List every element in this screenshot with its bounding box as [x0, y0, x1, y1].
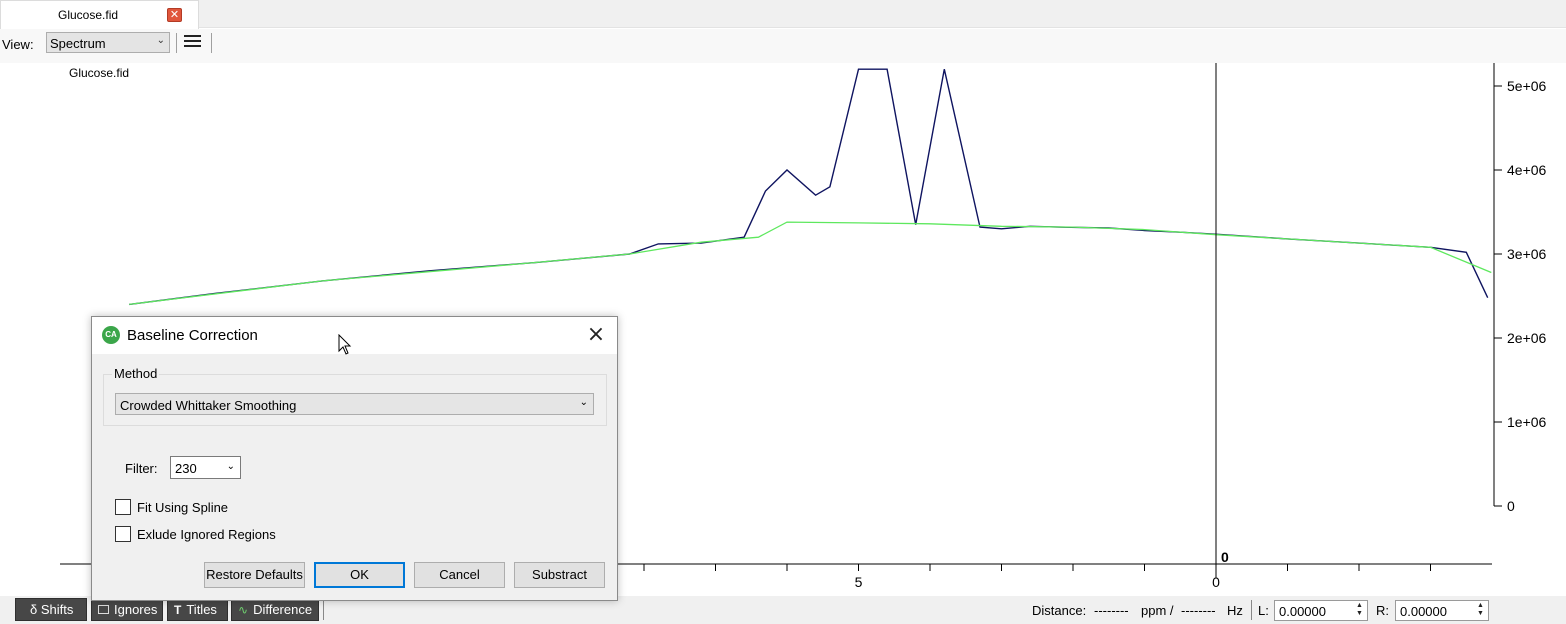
ignores-label: Ignores [114, 602, 158, 617]
ppm-unit: ppm / [1141, 603, 1174, 618]
chevron-down-icon: ⌄ [156, 35, 165, 46]
exclude-ignored-label[interactable]: Exlude Ignored Regions [137, 527, 276, 542]
statusbar-separator [323, 600, 324, 620]
fit-spline-checkbox[interactable] [115, 499, 131, 515]
chevron-down-icon: ⌄ [579, 397, 588, 408]
spin-arrows-icon[interactable]: ▲ ▼ [1474, 602, 1487, 619]
hz-unit: Hz [1227, 603, 1243, 618]
substract-button[interactable]: Substract [514, 562, 605, 588]
y-tick-label: 2e+06 [1507, 330, 1547, 346]
view-select-value: Spectrum [50, 36, 106, 51]
close-icon[interactable]: × [584, 324, 608, 348]
method-select-value: Crowded Whittaker Smoothing [120, 398, 297, 413]
titles-label: Titles [186, 602, 217, 617]
cancel-button[interactable]: Cancel [414, 562, 505, 588]
baseline-line [129, 221, 1492, 306]
titles-button[interactable]: T Titles [167, 598, 228, 621]
waveform-icon: ∿ [238, 602, 249, 617]
method-legend: Method [112, 366, 160, 381]
close-icon[interactable]: ✕ [167, 8, 182, 22]
l-value: 0.00000 [1279, 604, 1326, 619]
text-icon: T [174, 602, 182, 617]
statusbar-separator [1251, 600, 1252, 620]
filter-select[interactable]: 230 ⌄ [170, 456, 241, 479]
chevron-down-icon: ⌄ [226, 461, 235, 472]
x-tick-label: 0 [1212, 574, 1220, 590]
spin-arrows-icon[interactable]: ▲ ▼ [1353, 602, 1366, 619]
distance-ppm-value: -------- [1094, 603, 1129, 618]
toolbar-separator [176, 33, 177, 53]
ignores-button[interactable]: Ignores [91, 598, 163, 621]
r-value: 0.00000 [1400, 604, 1447, 619]
difference-button[interactable]: ∿ Difference [231, 598, 319, 621]
distance-label: Distance: [1032, 603, 1087, 618]
toolbar-separator [211, 33, 212, 53]
shifts-button[interactable]: δ Shifts [15, 598, 87, 621]
x-tick-label: 5 [855, 574, 863, 590]
shifts-label: δ Shifts [30, 602, 74, 617]
dialog-title: Baseline Correction [127, 327, 258, 344]
difference-label: Difference [253, 602, 313, 617]
view-label: View: [2, 37, 34, 52]
dialog-titlebar[interactable]: CA Baseline Correction × [92, 317, 617, 354]
filter-label: Filter: [125, 461, 158, 476]
rectangle-icon [98, 605, 109, 614]
method-select[interactable]: Crowded Whittaker Smoothing ⌄ [115, 393, 594, 415]
ok-button[interactable]: OK [314, 562, 405, 588]
tab-glucose[interactable]: Glucose.fid ✕ [0, 0, 199, 29]
baseline-correction-dialog: CA Baseline Correction × Method Crowded … [91, 316, 618, 601]
y-tick-label: 5e+06 [1507, 78, 1547, 94]
hamburger-menu-icon[interactable] [184, 35, 204, 51]
y-tick-label: 1e+06 [1507, 414, 1547, 430]
r-spinbox[interactable]: 0.00000 ▲ ▼ [1395, 600, 1489, 621]
zero-marker-label: 0 [1221, 549, 1229, 565]
tab-label: Glucose.fid [58, 8, 119, 22]
y-tick-label: 3e+06 [1507, 246, 1547, 262]
distance-hz-value: -------- [1181, 603, 1216, 618]
mouse-cursor-icon [338, 334, 352, 355]
r-label: R: [1376, 603, 1389, 618]
spectrum-title: Glucose.fid [69, 66, 130, 80]
l-spinbox[interactable]: 0.00000 ▲ ▼ [1274, 600, 1368, 621]
spectrum-line [129, 68, 1489, 306]
filter-select-value: 230 [175, 461, 197, 476]
fit-spline-label[interactable]: Fit Using Spline [137, 500, 228, 515]
app-icon: CA [102, 326, 120, 344]
y-tick-label: 0 [1507, 498, 1515, 514]
exclude-ignored-checkbox[interactable] [115, 526, 131, 542]
y-tick-label: 4e+06 [1507, 162, 1547, 178]
l-label: L: [1258, 603, 1269, 618]
tab-bar: Glucose.fid ✕ [0, 0, 1566, 29]
view-select[interactable]: Spectrum ⌄ [46, 32, 170, 53]
restore-defaults-button[interactable]: Restore Defaults [204, 562, 305, 588]
toolbar: View: Spectrum ⌄ [0, 29, 1566, 63]
